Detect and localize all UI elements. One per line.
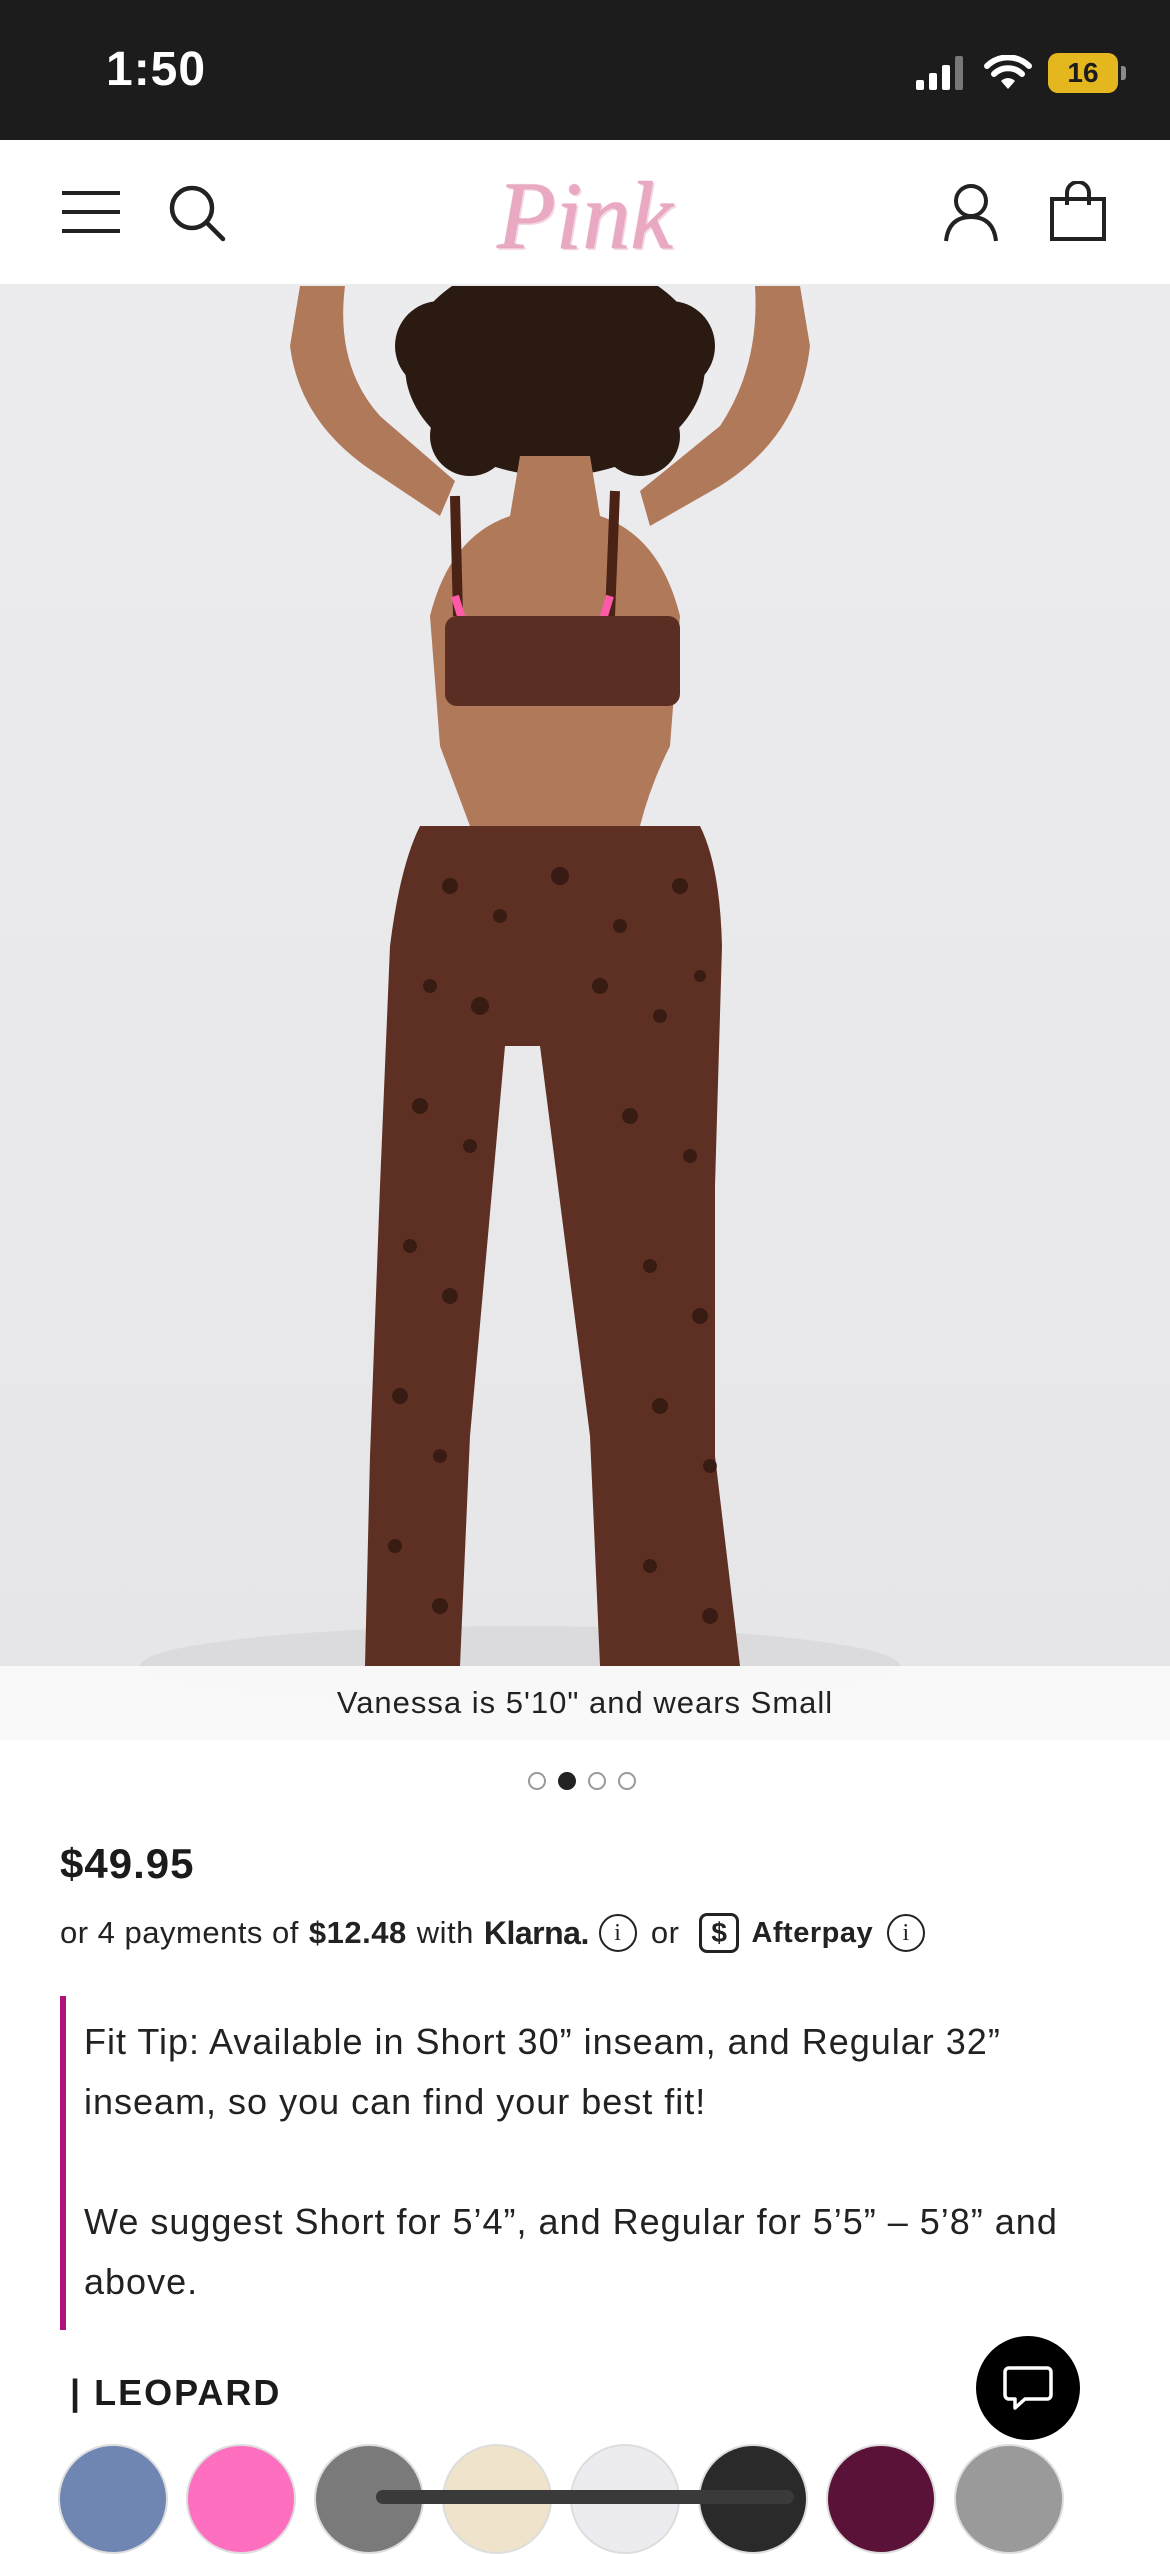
battery-icon: 16: [1048, 53, 1126, 93]
pink-logo[interactable]: Pink: [470, 160, 700, 270]
selected-color-label: | LEOPARD: [70, 2372, 282, 2413]
carousel-dot[interactable]: [618, 1772, 636, 1790]
logo-text: Pink: [497, 161, 673, 269]
afterpay-logo: Afterpay: [751, 1916, 874, 1949]
payments-prefix: or 4 payments of: [60, 1915, 299, 1950]
fit-tip: Fit Tip: Available in Short 30” inseam, …: [60, 1996, 1110, 2330]
color-swatch[interactable]: [826, 2444, 936, 2554]
product-image[interactable]: [0, 286, 1170, 1740]
home-indicator[interactable]: [376, 2490, 794, 2504]
carousel-dot[interactable]: [528, 1772, 546, 1790]
klarna-info-icon[interactable]: i: [598, 1914, 637, 1952]
payments-or: or: [650, 1915, 680, 1950]
model-illustration: [140, 286, 900, 1706]
chat-button[interactable]: [976, 2336, 1080, 2440]
status-time: 1:50: [106, 43, 207, 96]
klarna-logo: Klarna.: [483, 1914, 589, 1951]
color-swatch[interactable]: [58, 2444, 168, 2554]
payments-with: with: [416, 1915, 474, 1950]
fit-tip-text: Fit Tip: Available in Short 30” inseam, …: [84, 2021, 1001, 2122]
status-bar: 1:50 16: [0, 0, 1170, 140]
carousel-dots: [528, 1772, 636, 1790]
color-swatch[interactable]: [954, 2444, 1064, 2554]
fit-tip-suggestion: We suggest Short for 5’4”, and Regular f…: [84, 2201, 1058, 2302]
installment-payments: or 4 payments of $12.48 with Klarna. i o…: [60, 1908, 926, 1958]
site-header: Pink: [0, 140, 1170, 286]
wifi-icon: [984, 55, 1032, 89]
carousel-dot-active[interactable]: [558, 1772, 576, 1790]
bag-icon[interactable]: [1046, 178, 1110, 244]
search-icon[interactable]: [164, 180, 230, 246]
afterpay-icon: $: [699, 1913, 740, 1953]
menu-icon[interactable]: [56, 182, 126, 242]
battery-level: 16: [1067, 57, 1099, 88]
account-icon[interactable]: [940, 180, 1002, 246]
caption-text: Vanessa is 5'10" and wears Small: [336, 1685, 834, 1720]
color-swatch[interactable]: [186, 2444, 296, 2554]
payments-amount: $12.48: [308, 1915, 407, 1950]
model-size-caption: Vanessa is 5'10" and wears Small: [0, 1666, 1170, 1740]
carousel-dot[interactable]: [588, 1772, 606, 1790]
status-icons: 16: [916, 48, 1126, 98]
product-price: $49.95: [60, 1840, 195, 1887]
signal-icon: [916, 56, 963, 90]
afterpay-info-icon[interactable]: i: [887, 1914, 926, 1952]
chat-icon: [1003, 2366, 1053, 2410]
